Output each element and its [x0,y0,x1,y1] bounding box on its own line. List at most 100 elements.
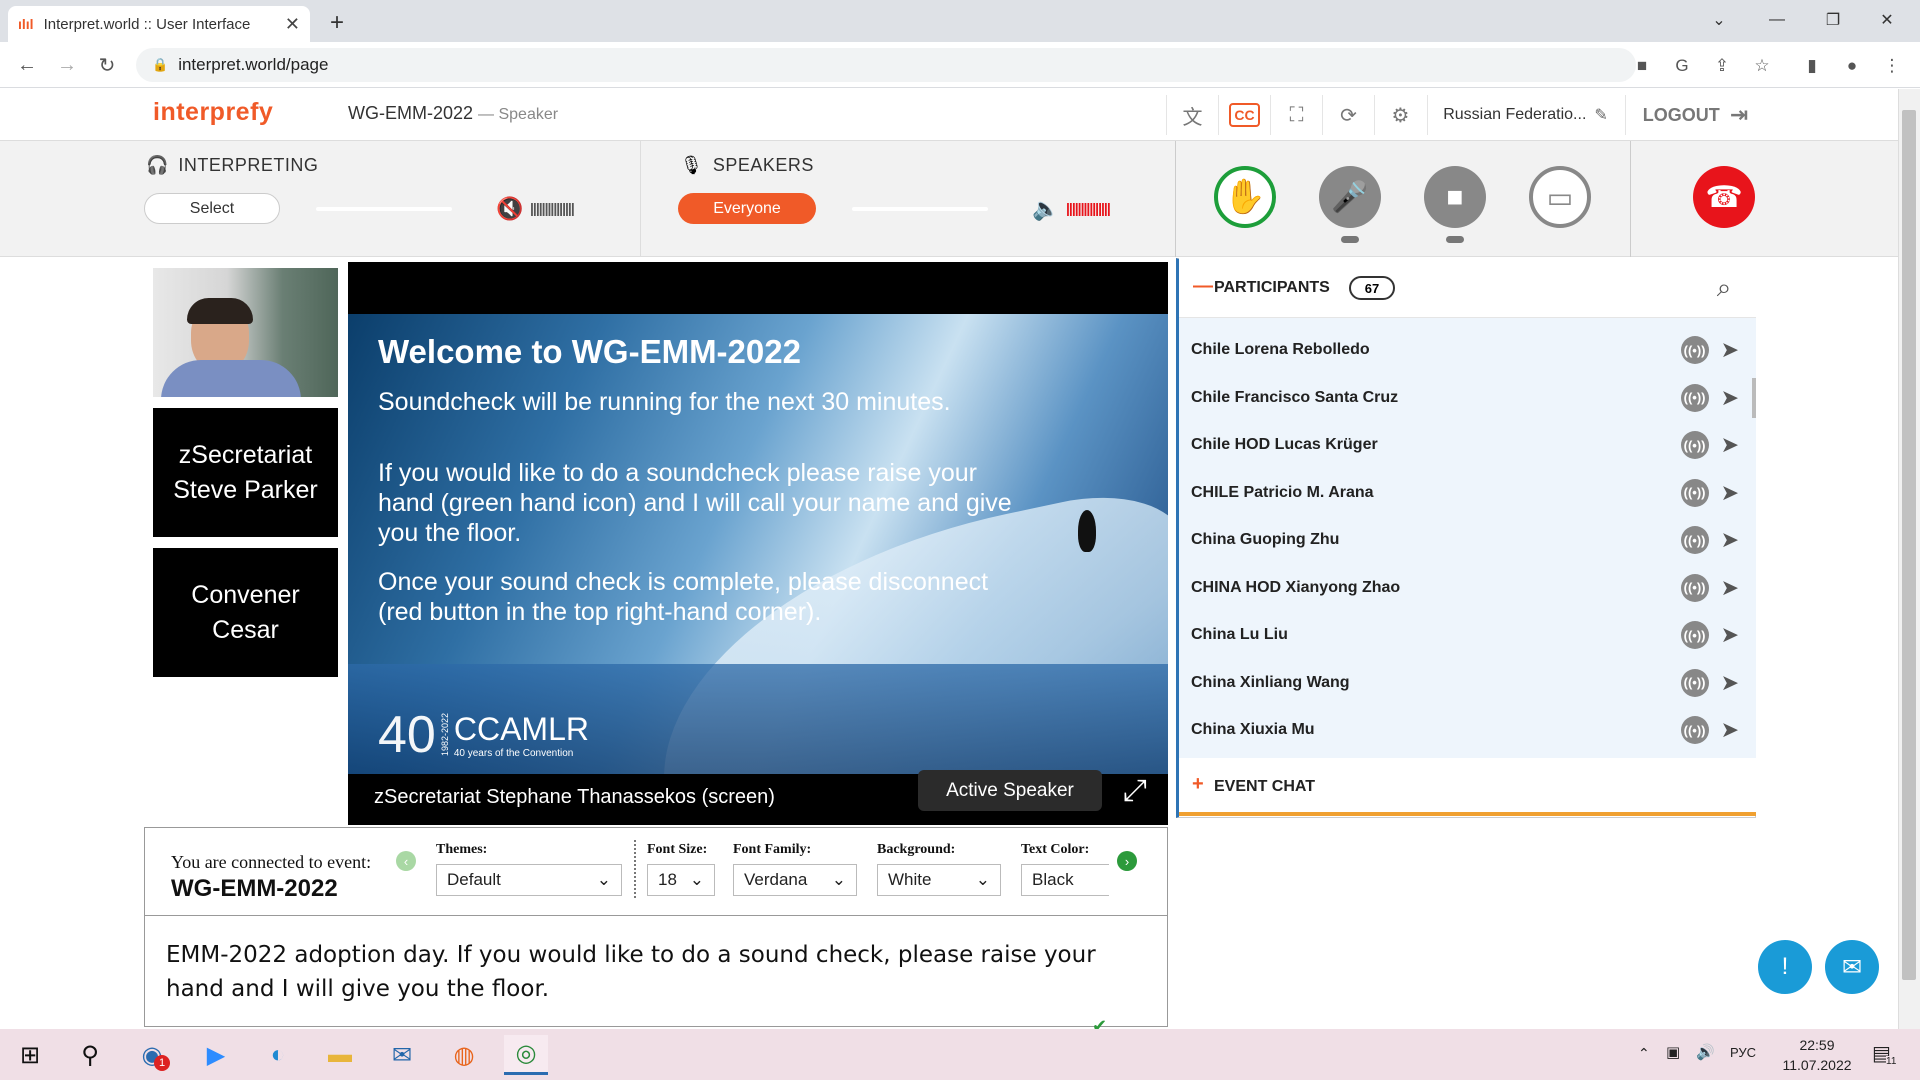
audio-broadcast-icon[interactable]: ((•)) [1680,573,1709,602]
participant-row[interactable]: Chile Francisco Santa Cruz ((•)) ➤ [1191,378,1751,418]
screen-share-button[interactable]: ▭ [1529,166,1591,228]
reload-icon[interactable]: ↻ [92,50,122,80]
camera-options-tab[interactable] [1446,236,1464,243]
font-size-select[interactable]: 18 ⌄ [647,864,715,896]
send-arrow-icon[interactable]: ➤ [1721,385,1739,411]
profile-avatar-icon[interactable]: ● [1838,52,1866,80]
microphone-button[interactable]: 🎤 [1319,166,1381,228]
closed-captions-icon[interactable]: CC [1218,95,1270,135]
camera-permission-icon[interactable]: ■ [1628,52,1656,80]
send-arrow-icon[interactable]: ➤ [1721,717,1739,743]
back-arrow-icon[interactable]: ← [12,50,42,80]
send-arrow-icon[interactable]: ➤ [1721,622,1739,648]
participant-row[interactable]: CHINA HOD Xianyong Zhao ((•)) ➤ [1191,568,1751,608]
restore-icon[interactable]: ❐ [1808,4,1858,36]
browser-tab[interactable]: ılıl Interpret.world :: User Interface ✕ [8,6,310,42]
participant-row[interactable]: China Xiuxia Mu ((•)) ➤ [1191,710,1751,750]
close-window-icon[interactable]: ✕ [1862,4,1912,36]
browser-menu-icon[interactable]: ⋮ [1878,52,1906,80]
audio-broadcast-icon[interactable]: ((•)) [1680,383,1709,412]
speakers-volume-bars[interactable]: ||||||||||||||| [1066,200,1111,216]
send-arrow-icon[interactable]: ➤ [1721,670,1739,696]
send-arrow-icon[interactable]: ➤ [1721,480,1739,506]
settings-gear-icon[interactable]: ⚙ [1374,95,1426,135]
tray-chevron-up-icon[interactable]: ⌃ [1638,1045,1650,1062]
translate-icon[interactable]: G [1668,52,1696,80]
search-icon[interactable]: ⚲ [68,1035,112,1075]
language-translate-icon[interactable]: 文 [1166,95,1218,135]
interpreting-balance-slider[interactable] [316,207,452,211]
file-explorer-icon[interactable]: ▬ [318,1035,362,1075]
raise-hand-button[interactable]: ✋ [1214,166,1276,228]
country-selector[interactable]: Russian Federatio... ✎ [1427,95,1623,135]
participants-scrollbar[interactable] [1752,378,1756,418]
active-speaker-button[interactable]: Active Speaker [918,770,1102,811]
interpreting-language-select[interactable]: Select [144,193,280,224]
tab-search-chevron-icon[interactable]: ⌄ [1694,4,1744,36]
logout-button[interactable]: LOGOUT ⇥ [1625,95,1765,135]
microphone-options-tab[interactable] [1341,236,1359,243]
captions-prev-arrow-icon[interactable]: ‹ [396,851,416,871]
fullscreen-toggle-icon[interactable]: ⛶ [1270,95,1322,135]
send-arrow-icon[interactable]: ➤ [1721,575,1739,601]
mail-app-icon[interactable]: ◉ [130,1035,174,1075]
participant-camera-thumbnail[interactable] [153,268,338,397]
stage-fullscreen-icon[interactable]: ⤢ [1116,772,1154,810]
search-icon[interactable]: ⌕ [1708,272,1740,304]
minimize-icon[interactable]: — [1752,4,1802,36]
taskbar-clock[interactable]: 22:59 11.07.2022 [1772,1035,1862,1075]
url-bar[interactable]: 🔒 interpret.world/page [136,48,1636,82]
refresh-icon[interactable]: ⟳ [1322,95,1374,135]
audio-broadcast-icon[interactable]: ((•)) [1680,716,1709,744]
send-arrow-icon[interactable]: ➤ [1721,337,1739,363]
participant-tile[interactable]: zSecretariat Steve Parker [153,408,338,537]
feedback-button[interactable]: ! [1758,940,1812,994]
collapse-minus-icon[interactable]: — [1193,275,1213,298]
edge-browser-icon[interactable]: ◐ [256,1035,300,1075]
send-arrow-icon[interactable]: ➤ [1721,527,1739,553]
audio-broadcast-icon[interactable]: ((•)) [1680,621,1709,649]
message-button[interactable]: ✉ [1825,940,1879,994]
camera-button[interactable]: ■ [1424,166,1486,228]
new-tab-plus-icon[interactable]: + [322,8,352,38]
participant-row[interactable]: China Xinliang Wang ((•)) ➤ [1191,663,1751,703]
themes-select[interactable]: Default ⌄ [436,864,622,896]
speakers-everyone-button[interactable]: Everyone [678,193,816,224]
send-arrow-icon[interactable]: ➤ [1721,432,1739,458]
participant-row[interactable]: Chile Lorena Rebolledo ((•)) ➤ [1191,330,1751,370]
participant-row[interactable]: CHILE Patricio M. Arana ((•)) ➤ [1191,473,1751,513]
speakers-balance-slider[interactable] [852,207,988,211]
captions-next-arrow-icon[interactable]: › [1117,851,1137,871]
forward-arrow-icon[interactable]: → [52,50,82,80]
tray-network-icon[interactable]: ▣ [1666,1043,1680,1061]
windows-start-icon[interactable]: ⊞ [8,1035,52,1075]
participant-tile[interactable]: Convener Cesar [153,548,338,677]
audio-broadcast-icon[interactable]: ((•)) [1680,668,1709,697]
input-language-indicator[interactable]: РУС [1730,1045,1756,1060]
muted-speaker-icon[interactable]: 🔇 [496,196,523,222]
outlook-mail-icon[interactable]: ✉ [380,1035,424,1075]
font-family-select[interactable]: Verdana ⌄ [733,864,857,896]
zoom-app-icon[interactable]: ▶ [194,1035,238,1075]
interpreting-volume-bars[interactable]: ||||||||||||||| [530,200,575,216]
hangup-button[interactable]: ☎ [1693,166,1755,228]
participant-row[interactable]: Chile HOD Lucas Krüger ((•)) ➤ [1191,425,1751,465]
background-select[interactable]: White ⌄ [877,864,1001,896]
speaker-volume-icon[interactable]: 🔈 [1032,196,1059,222]
text-color-select[interactable]: Black [1021,864,1109,896]
side-panel-icon[interactable]: ▮ [1798,52,1826,80]
participant-row[interactable]: China Lu Liu ((•)) ➤ [1191,615,1751,655]
share-icon[interactable]: ⇪ [1708,52,1736,80]
chrome-icon[interactable]: ◎ [504,1035,548,1075]
audio-broadcast-icon[interactable]: ((•)) [1680,526,1709,554]
expand-plus-icon[interactable]: + [1192,773,1204,796]
tray-volume-icon[interactable]: 🔊 [1696,1043,1715,1061]
audio-broadcast-icon[interactable]: ((•)) [1680,336,1709,364]
tab-close-icon[interactable]: ✕ [285,14,300,35]
audio-broadcast-icon[interactable]: ((•)) [1680,478,1709,507]
audio-broadcast-icon[interactable]: ((•)) [1680,431,1709,459]
firefox-icon[interactable]: ◍ [442,1035,486,1075]
page-scrollbar-thumb[interactable] [1902,110,1916,980]
participant-row[interactable]: China Guoping Zhu ((•)) ➤ [1191,520,1751,560]
bookmark-star-icon[interactable]: ☆ [1748,52,1776,80]
